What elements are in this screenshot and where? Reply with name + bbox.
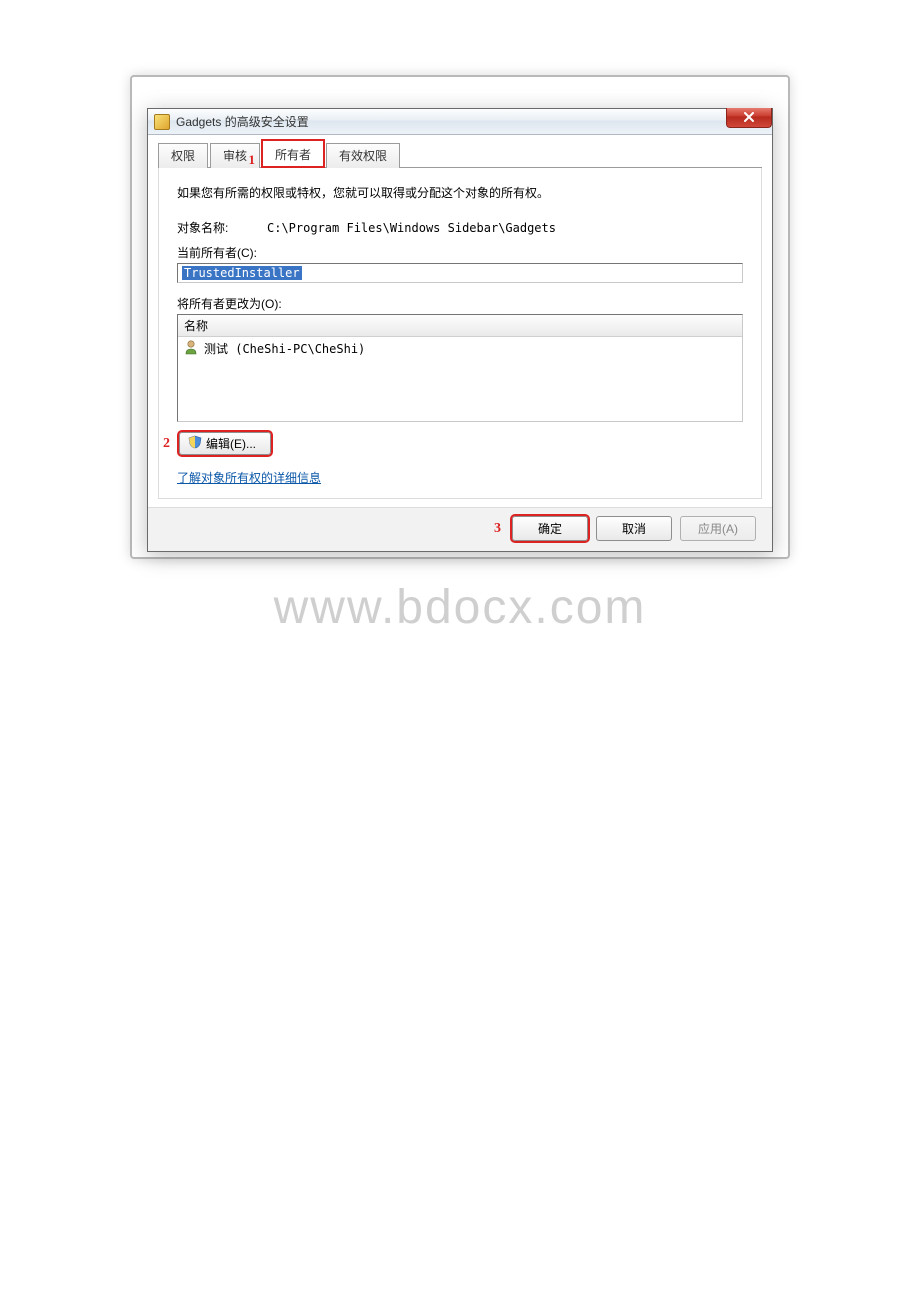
list-item-label: 测试 (CheShi-PC\CheShi) (204, 340, 365, 357)
advanced-security-dialog: Gadgets 的高级安全设置 权限 审核1 所有者 有效权限 如果您有所需的权… (147, 108, 773, 552)
tab-auditing[interactable]: 审核1 (210, 143, 260, 168)
object-path: C:\Program Files\Windows Sidebar\Gadgets (267, 221, 556, 235)
titlebar[interactable]: Gadgets 的高级安全设置 (148, 109, 772, 135)
button-label: 确定 (538, 520, 562, 537)
cancel-button[interactable]: 取消 (596, 516, 672, 541)
title: Gadgets 的高级安全设置 (176, 113, 309, 130)
tab-effective-permissions[interactable]: 有效权限 (326, 143, 400, 168)
watermark: www.bdocx.com (0, 580, 920, 635)
tab-label: 所有者 (275, 148, 311, 162)
change-owner-label: 将所有者更改为(O): (177, 295, 743, 312)
annotation-3: 3 (494, 521, 504, 537)
list-column-header[interactable]: 名称 (178, 315, 742, 337)
folder-icon (154, 114, 170, 130)
tab-permissions[interactable]: 权限 (158, 143, 208, 168)
apply-button: 应用(A) (680, 516, 756, 541)
close-button[interactable] (726, 108, 772, 128)
object-name-row: 对象名称: C:\Program Files\Windows Sidebar\G… (177, 219, 743, 236)
annotation-2: 2 (163, 436, 173, 452)
ok-button[interactable]: 确定 (512, 516, 588, 541)
owner-list[interactable]: 名称 测试 (CheShi-PC\CheShi) (177, 314, 743, 422)
tab-label: 审核 (223, 149, 247, 163)
tab-label: 有效权限 (339, 149, 387, 163)
current-owner-value: TrustedInstaller (182, 266, 302, 280)
tab-owner[interactable]: 所有者 (262, 140, 324, 167)
edit-button[interactable]: 编辑(E)... (179, 432, 271, 455)
button-label: 取消 (622, 520, 646, 537)
list-item[interactable]: 测试 (CheShi-PC\CheShi) (178, 337, 742, 360)
object-name-label: 对象名称: (177, 219, 247, 236)
annotation-1: 1 (249, 152, 256, 168)
shield-icon (188, 435, 202, 452)
dialog-button-row: 3 确定 取消 应用(A) (148, 507, 772, 551)
close-icon (744, 111, 754, 125)
description-text: 如果您有所需的权限或特权，您就可以取得或分配这个对象的所有权。 (177, 184, 743, 203)
button-label: 应用(A) (698, 520, 738, 537)
tab-label: 权限 (171, 149, 195, 163)
edit-button-label: 编辑(E)... (206, 435, 256, 452)
current-owner-field: TrustedInstaller (177, 263, 743, 283)
user-icon (184, 339, 198, 358)
tabstrip: 权限 审核1 所有者 有效权限 (158, 143, 762, 167)
learn-more-link[interactable]: 了解对象所有权的详细信息 (177, 469, 321, 486)
tab-panel-owner: 如果您有所需的权限或特权，您就可以取得或分配这个对象的所有权。 对象名称: C:… (158, 168, 762, 499)
current-owner-label: 当前所有者(C): (177, 244, 743, 261)
